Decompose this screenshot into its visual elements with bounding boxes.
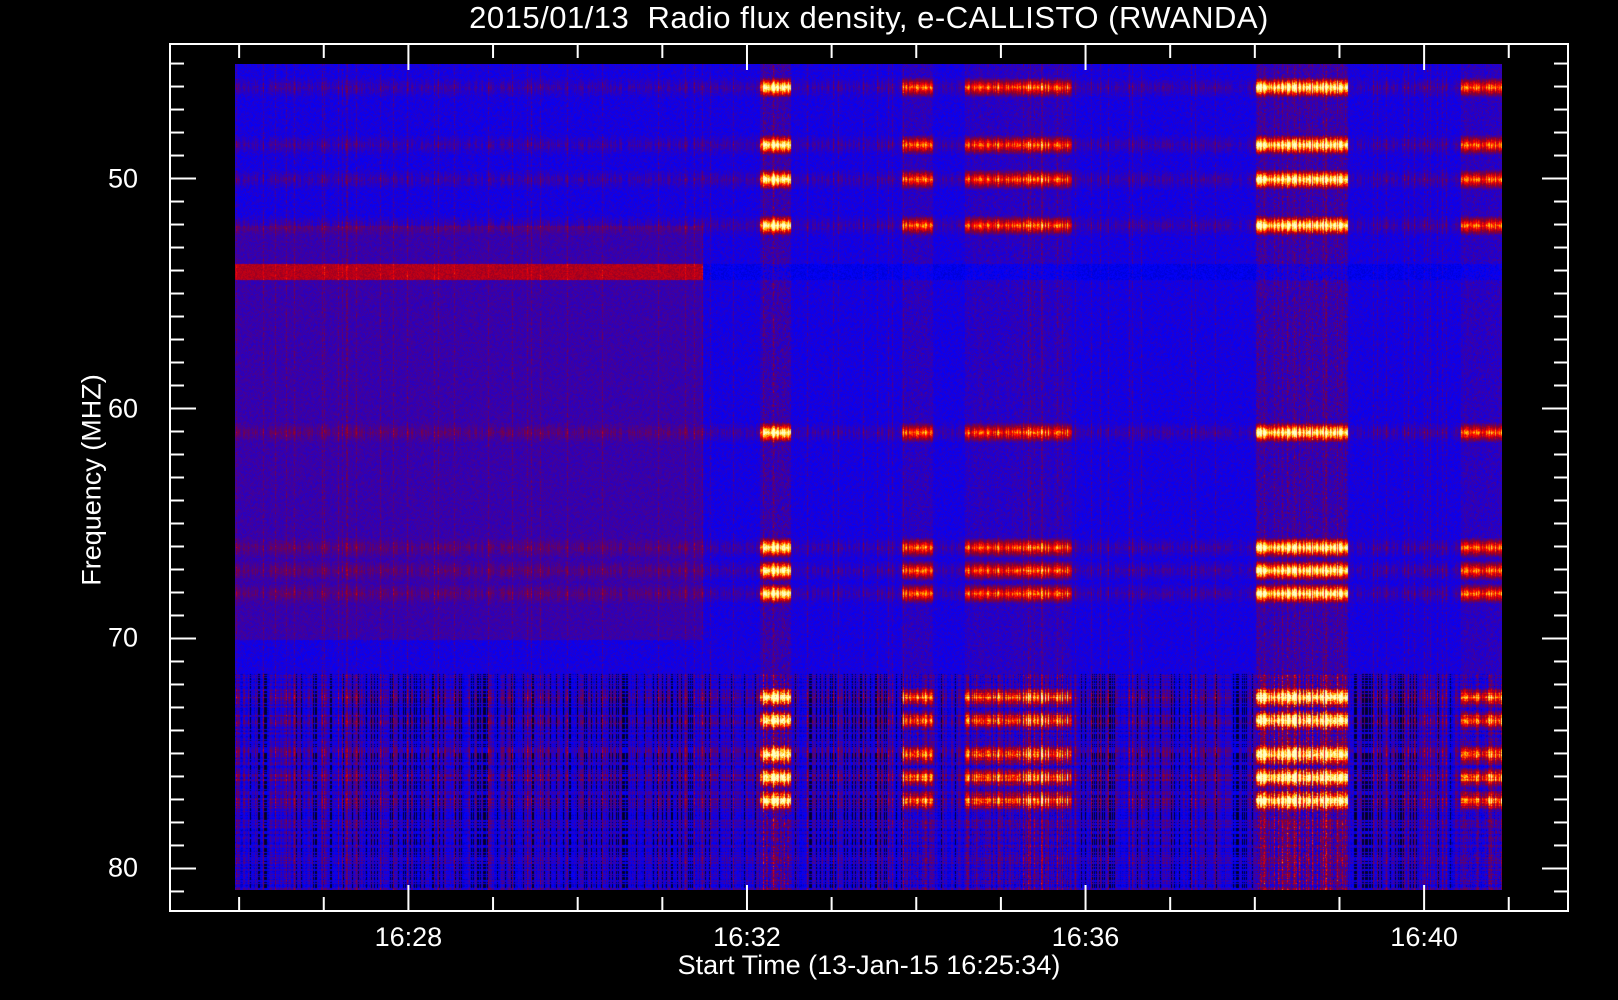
y-tick-label: 50 [108,163,139,194]
x-tick-label: 16:40 [1390,922,1458,952]
plot-frame [169,43,1569,912]
y-tick-label: 70 [108,622,139,653]
x-tick-label: 16:28 [374,922,443,952]
x-tick-label: 16:36 [1051,922,1120,952]
x-axis-label: Start Time (13-Jan-15 16:25:34) [677,950,1061,980]
axes [169,43,1569,912]
y-tick-label: 60 [108,393,139,423]
y-axis-label: Frequency (MHZ) [76,374,107,586]
y-tick-label: 80 [108,852,139,883]
x-tick-label: 16:32 [713,922,781,952]
